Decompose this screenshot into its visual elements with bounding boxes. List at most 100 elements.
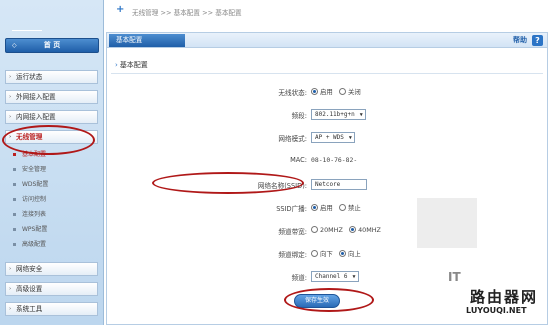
radio-label: 40MHZ	[358, 226, 381, 234]
row-network-mode: 网络模式: AP + WDS ▼	[107, 131, 547, 145]
sidebar-item-label: 高级设置	[16, 285, 43, 293]
radio-label: 启用	[320, 88, 333, 96]
channel-label: 频道:	[291, 274, 307, 282]
sidebar-divider	[12, 30, 42, 31]
sidebar-subitem-label: 连接列表	[22, 211, 47, 218]
arrow-right-icon: ›	[9, 94, 12, 100]
sidebar-subitem-access-control[interactable]: 访问控制	[10, 193, 98, 206]
row-band: 频段: 802.11b+g+n ▼	[107, 108, 547, 122]
sidebar-item-label: 网络安全	[16, 265, 43, 273]
arrow-right-icon: ›	[9, 306, 12, 312]
watermark-overlay	[417, 198, 477, 248]
channel-select[interactable]: Channel 6 ▼	[311, 271, 359, 282]
sidebar-item-advanced-settings[interactable]: › 高级设置	[5, 282, 98, 296]
divider	[111, 73, 543, 74]
channel-bind-down-radio[interactable]: 向下	[311, 249, 333, 258]
bandwidth-40mhz-radio[interactable]: 40MHZ	[349, 226, 381, 234]
sidebar-item-lan[interactable]: › 内网接入配置	[5, 110, 98, 124]
breadcrumb: 无线管理 >> 基本配置 >> 基本配置	[132, 9, 242, 17]
bullet-icon	[13, 213, 16, 216]
band-label: 频段:	[291, 112, 307, 120]
sidebar-item-label: 内网接入配置	[16, 113, 56, 121]
row-bandwidth: 频道带宽: 20MHZ 40MHZ	[107, 224, 547, 238]
bandwidth-20mhz-radio[interactable]: 20MHZ	[311, 226, 343, 234]
section-title-text: 基本配置	[119, 61, 148, 69]
sidebar-item-wan[interactable]: › 外网接入配置	[5, 90, 98, 104]
bullet-icon	[13, 243, 16, 246]
bandwidth-label: 频道带宽:	[278, 228, 307, 236]
radio-checked-icon	[311, 204, 318, 211]
wireless-status-enable-radio[interactable]: 启用	[311, 87, 333, 96]
radio-label: 向下	[320, 250, 333, 258]
bullet-icon	[13, 183, 16, 186]
watermark-it: IT	[448, 270, 461, 284]
radio-label: 20MHZ	[320, 226, 343, 234]
row-wireless-status: 无线状态: 启用 关闭	[107, 85, 547, 99]
radio-checked-icon	[311, 88, 318, 95]
radio-checked-icon	[349, 226, 357, 233]
row-ssid-broadcast: SSID广播: 启用 禁止	[107, 201, 547, 215]
watermark-cn: 路由器网	[470, 288, 539, 306]
sidebar-item-network-security[interactable]: › 网络安全	[5, 262, 98, 276]
wireless-status-label: 无线状态:	[278, 89, 307, 97]
sidebar-item-label: 外网接入配置	[16, 93, 56, 101]
sidebar-item-status[interactable]: › 运行状态	[5, 70, 98, 84]
radio-label: 关闭	[348, 88, 361, 96]
sidebar-subitem-label: 高级配置	[22, 241, 47, 248]
arrow-right-icon: ›	[115, 61, 118, 69]
channel-bind-up-radio[interactable]: 向上	[339, 249, 361, 258]
row-channel-bind: 频道绑定: 向下 向上	[107, 247, 547, 261]
arrow-right-icon: ›	[9, 74, 12, 80]
ssid-broadcast-label: SSID广播:	[276, 205, 307, 213]
sidebar-subitem-wps[interactable]: WPS配置	[10, 223, 98, 236]
annotation-ellipse-wireless-menu	[2, 125, 95, 155]
radio-unchecked-icon	[311, 226, 318, 233]
bullet-icon	[13, 198, 16, 201]
channel-bind-label: 频道绑定:	[278, 251, 307, 259]
sidebar-subitem-label: WDS配置	[22, 181, 49, 188]
band-select[interactable]: 802.11b+g+n ▼	[311, 109, 366, 120]
row-mac: MAC: 08-10-76-82-	[107, 154, 547, 168]
arrow-right-icon: ›	[9, 266, 12, 272]
sidebar-subitem-label: 安全管理	[22, 166, 47, 173]
annotation-ellipse-save	[284, 288, 374, 312]
channel-value: Channel 6	[315, 273, 348, 280]
wireless-status-disable-radio[interactable]: 关闭	[339, 87, 361, 96]
plus-logo-icon: +	[116, 4, 125, 15]
sidebar-subitem-label: 访问控制	[22, 196, 47, 203]
sidebar-item-system-tools[interactable]: › 系统工具	[5, 302, 98, 316]
sidebar-subitem-connections[interactable]: 连接列表	[10, 208, 98, 221]
sidebar-item-label: 运行状态	[16, 73, 43, 81]
radio-unchecked-icon	[339, 204, 347, 211]
dropdown-arrow-icon: ▼	[359, 112, 363, 118]
tab-basic-config[interactable]: 基本配置	[109, 34, 185, 47]
network-mode-select[interactable]: AP + WDS ▼	[311, 132, 355, 143]
radio-label: 向上	[348, 250, 361, 258]
sidebar: ◇ 首 页 › 运行状态 › 外网接入配置 › 内网接入配置 › 无线管理 基本…	[0, 0, 104, 325]
sidebar-subitem-wds[interactable]: WDS配置	[10, 178, 98, 191]
arrow-right-icon: ›	[9, 114, 12, 120]
radio-unchecked-icon	[311, 250, 318, 257]
home-button[interactable]: ◇ 首 页	[5, 38, 99, 53]
sidebar-item-label: 系统工具	[16, 305, 43, 313]
sidebar-subitem-advanced[interactable]: 高级配置	[10, 238, 98, 251]
ssid-input[interactable]: Netcore	[311, 179, 367, 190]
ssid-broadcast-enable-radio[interactable]: 启用	[311, 203, 333, 212]
row-channel: 频道: Channel 6 ▼	[107, 270, 547, 284]
radio-checked-icon	[339, 250, 347, 257]
help-link[interactable]: 帮助	[513, 35, 527, 45]
radio-unchecked-icon	[339, 88, 347, 95]
sidebar-subitem-label: WPS配置	[22, 226, 48, 233]
dropdown-arrow-icon: ▼	[352, 274, 356, 280]
home-label: 首 页	[43, 41, 61, 49]
network-mode-value: AP + WDS	[315, 134, 344, 141]
dropdown-arrow-icon: ▼	[348, 135, 352, 141]
help-icon[interactable]: ?	[532, 35, 543, 46]
annotation-ellipse-ssid	[152, 172, 304, 194]
sidebar-subitem-security[interactable]: 安全管理	[10, 163, 98, 176]
panel-header: 基本配置 帮助 ?	[107, 33, 547, 48]
bullet-icon	[13, 228, 16, 231]
ssid-broadcast-disable-radio[interactable]: 禁止	[339, 203, 361, 212]
mac-value: 08-10-76-82-	[311, 156, 358, 164]
band-value: 802.11b+g+n	[315, 111, 355, 118]
